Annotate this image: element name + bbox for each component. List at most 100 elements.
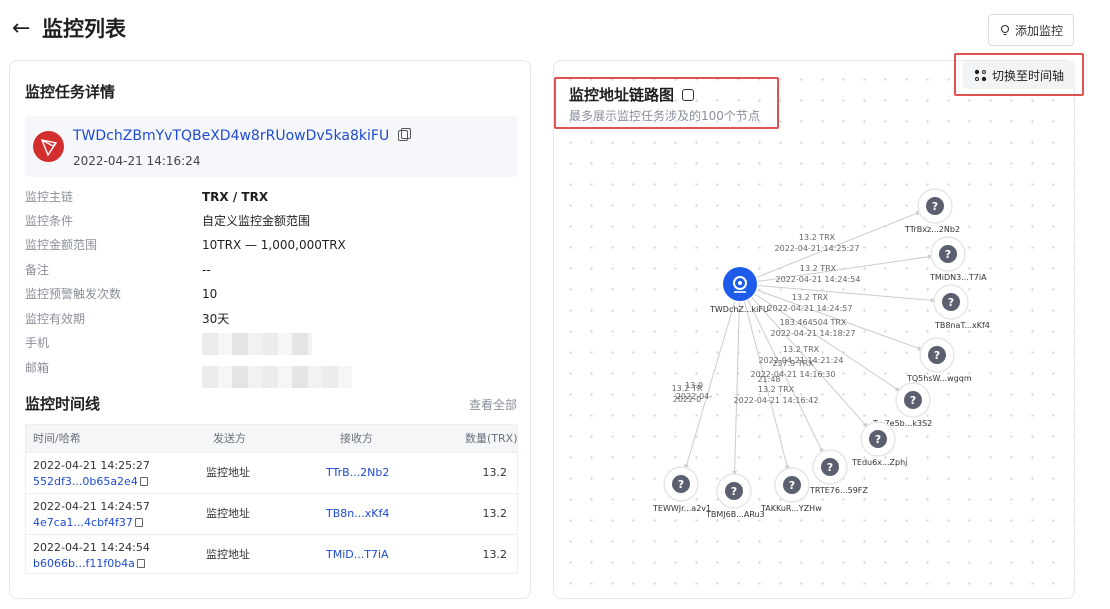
page-title: 监控列表 xyxy=(42,17,126,41)
address-node[interactable]: ? TTrBxz...2Nb2 xyxy=(904,188,960,234)
center-node-label: TWDchZ...kiFU xyxy=(709,305,769,314)
edge-amount-label: 13.2 TRX xyxy=(783,345,820,354)
info-value: TRX / TRX xyxy=(202,190,269,204)
address-node[interactable]: ? TRTE76...59FZ xyxy=(809,449,868,495)
task-details-card: 监控任务详情 TWDchZBmYvTQBeXD4w8rRUowDv5ka8kiF… xyxy=(9,60,531,599)
tx-amount: 13.2 xyxy=(482,548,508,561)
add-monitor-button[interactable]: 添加监控 xyxy=(988,14,1074,46)
copy-icon[interactable] xyxy=(134,518,143,527)
edge-amount-label: 237.9 TRX xyxy=(772,359,814,368)
tx-sender: 监控地址 xyxy=(206,548,250,561)
address-node[interactable]: ? TEWWJr...a2v1 xyxy=(652,466,711,513)
table-row: 2022-04-21 14:24:57 4e7ca1...4cbf4f37 监控… xyxy=(26,493,517,534)
timeline-title: 监控时间线 xyxy=(25,395,101,413)
unknown-address-icon: ? xyxy=(948,296,954,309)
view-all-link[interactable]: 查看全部 xyxy=(469,396,517,414)
info-label: 邮箱 xyxy=(25,361,50,375)
column-header: 时间/哈希 xyxy=(33,432,81,445)
table-row: 2022-04-21 14:25:27 552df3...0b65a2e4 监控… xyxy=(26,452,517,493)
add-monitor-label: 添加监控 xyxy=(1014,23,1063,38)
info-row-condition: 监控条件 自定义监控金额范围 xyxy=(25,211,515,231)
info-label: 监控主链 xyxy=(25,190,74,204)
table-header: 时间/哈希 发送方 接收方 数量(TRX) xyxy=(26,425,518,452)
graph-edge-labels: 13.2 TRX 2022-04-21 14:25:27 13.2 TRX 2022-… xyxy=(672,233,861,405)
table-row: 2022-04-21 14:24:54 b6066b...f11f0b4a 监控… xyxy=(26,534,517,573)
node-label: TTrBxz...2Nb2 xyxy=(904,225,960,234)
column-header: 数量(TRX) xyxy=(465,432,518,445)
arrow-left-icon[interactable]: ← xyxy=(12,15,34,43)
node-label: TB8naT...xKf4 xyxy=(934,321,990,330)
graph-title: 监控地址链路图 xyxy=(569,85,695,105)
address-node[interactable]: ? TEdu6x...Zphj xyxy=(851,421,907,467)
info-value: 10 xyxy=(202,287,218,301)
timeline-icon xyxy=(974,69,987,81)
unknown-address-icon: ? xyxy=(910,394,916,407)
info-label: 备注 xyxy=(25,263,50,277)
edge-amount-label: 183.464504 TRX xyxy=(780,318,847,327)
edge-time-label: 2022-04-21 14:24:54 xyxy=(776,275,861,284)
link-graph[interactable]: 13.2 TRX 2022-04-21 14:25:27 13.2 TRX 2022-… xyxy=(553,130,1075,590)
created-time: 2022-04-21 14:16:24 xyxy=(73,154,201,168)
tx-receiver[interactable]: TB8n...xKf4 xyxy=(326,507,389,521)
fit-view-icon[interactable] xyxy=(682,89,695,101)
bulb-icon xyxy=(1000,24,1010,36)
edge-time-label: 2022-04-21 14:18:27 xyxy=(771,329,856,338)
center-node[interactable]: TWDchZ...kiFU xyxy=(709,267,769,314)
edge-amount-label: 13.2 TRX xyxy=(799,233,836,242)
copy-icon[interactable] xyxy=(136,559,145,568)
tx-hash[interactable]: b6066b...f11f0b4a xyxy=(33,557,145,571)
graph-edge xyxy=(757,285,936,303)
info-value: -- xyxy=(202,263,211,277)
address-node[interactable]: ? TQ5hsW...wgqm xyxy=(906,337,972,383)
unknown-address-icon: ? xyxy=(945,248,951,261)
info-row-validity: 监控有效期 30天 xyxy=(25,309,515,329)
tx-sender: 监控地址 xyxy=(206,466,250,479)
edge-time-label: 2022-0 xyxy=(673,395,701,404)
switch-to-timeline-button[interactable]: 切换至时间轴 xyxy=(963,61,1075,89)
graph-title-highlight: 监控地址链路图 最多展示监控任务涉及的100个节点 xyxy=(554,77,779,129)
address-node[interactable]: ? TMiDN3...T7iA xyxy=(929,236,987,282)
info-row-amount-range: 监控金额范围 10TRX — 1,000,000TRX xyxy=(25,235,515,255)
copy-icon[interactable] xyxy=(139,477,148,486)
node-label: TBMJ6B...ARu3 xyxy=(705,510,765,519)
tx-amount: 13.2 xyxy=(482,466,508,479)
tx-time: 2022-04-21 14:24:54 xyxy=(33,541,150,554)
tx-hash[interactable]: 552df3...0b65a2e4 xyxy=(33,475,148,489)
email-redacted xyxy=(202,366,352,388)
unknown-address-icon: ? xyxy=(932,200,938,213)
edge-time-label: 2022-04-21 14:25:27 xyxy=(775,244,860,253)
tx-hash[interactable]: 4e7ca1...4cbf4f37 xyxy=(33,516,143,530)
address-node[interactable]: ?T...7e5b...k3S2 xyxy=(872,382,932,428)
node-label: TEWWJr...a2v1 xyxy=(652,504,711,513)
details-title: 监控任务详情 xyxy=(25,83,116,101)
info-label: 监控有效期 xyxy=(25,312,86,326)
column-header: 接收方 xyxy=(340,432,373,445)
tx-hash-text: 552df3...0b65a2e4 xyxy=(33,475,138,488)
edge-amount-label: 13.2 TRX xyxy=(800,264,837,273)
timeline-table: 时间/哈希 发送方 接收方 数量(TRX) 2022-04-21 14:25:2… xyxy=(25,424,518,574)
edge-time-label: 2022-04-21 14:16:42 xyxy=(734,396,819,405)
edge-amount-label: 13.2 TRX xyxy=(758,385,795,394)
tx-hash-text: b6066b...f11f0b4a xyxy=(33,557,135,570)
info-row-note: 备注 -- xyxy=(25,260,515,280)
address-node[interactable]: ? TB8naT...xKf4 xyxy=(933,284,990,330)
timeline-toggle-highlight: 切换至时间轴 xyxy=(954,53,1084,96)
info-label: 手机 xyxy=(25,336,50,350)
tx-receiver[interactable]: TTrB...2Nb2 xyxy=(326,466,389,480)
switch-to-timeline-label: 切换至时间轴 xyxy=(991,68,1064,83)
address-node[interactable]: ? TBMJ6B...ARu3 xyxy=(705,473,765,519)
unknown-address-icon: ? xyxy=(789,479,795,492)
unknown-address-icon: ? xyxy=(934,349,940,362)
info-row-phone: 手机 xyxy=(25,333,515,355)
info-value: 30天 xyxy=(202,312,230,326)
info-value: 10TRX — 1,000,000TRX xyxy=(202,238,346,252)
copy-icon[interactable] xyxy=(398,128,411,141)
info-label: 监控预警触发次数 xyxy=(25,287,122,301)
phone-redacted xyxy=(202,333,312,355)
info-row-chain: 监控主链 TRX / TRX xyxy=(25,187,515,207)
unknown-address-icon: ? xyxy=(827,461,833,474)
monitored-address[interactable]: TWDchZBmYvTQBeXD4w8rRUowDv5ka8kiFU xyxy=(73,126,389,146)
tx-receiver[interactable]: TMiD...T7iA xyxy=(326,548,389,562)
info-label: 监控金额范围 xyxy=(25,238,98,252)
page-header: ← 监控列表 添加监控 xyxy=(0,0,1110,58)
